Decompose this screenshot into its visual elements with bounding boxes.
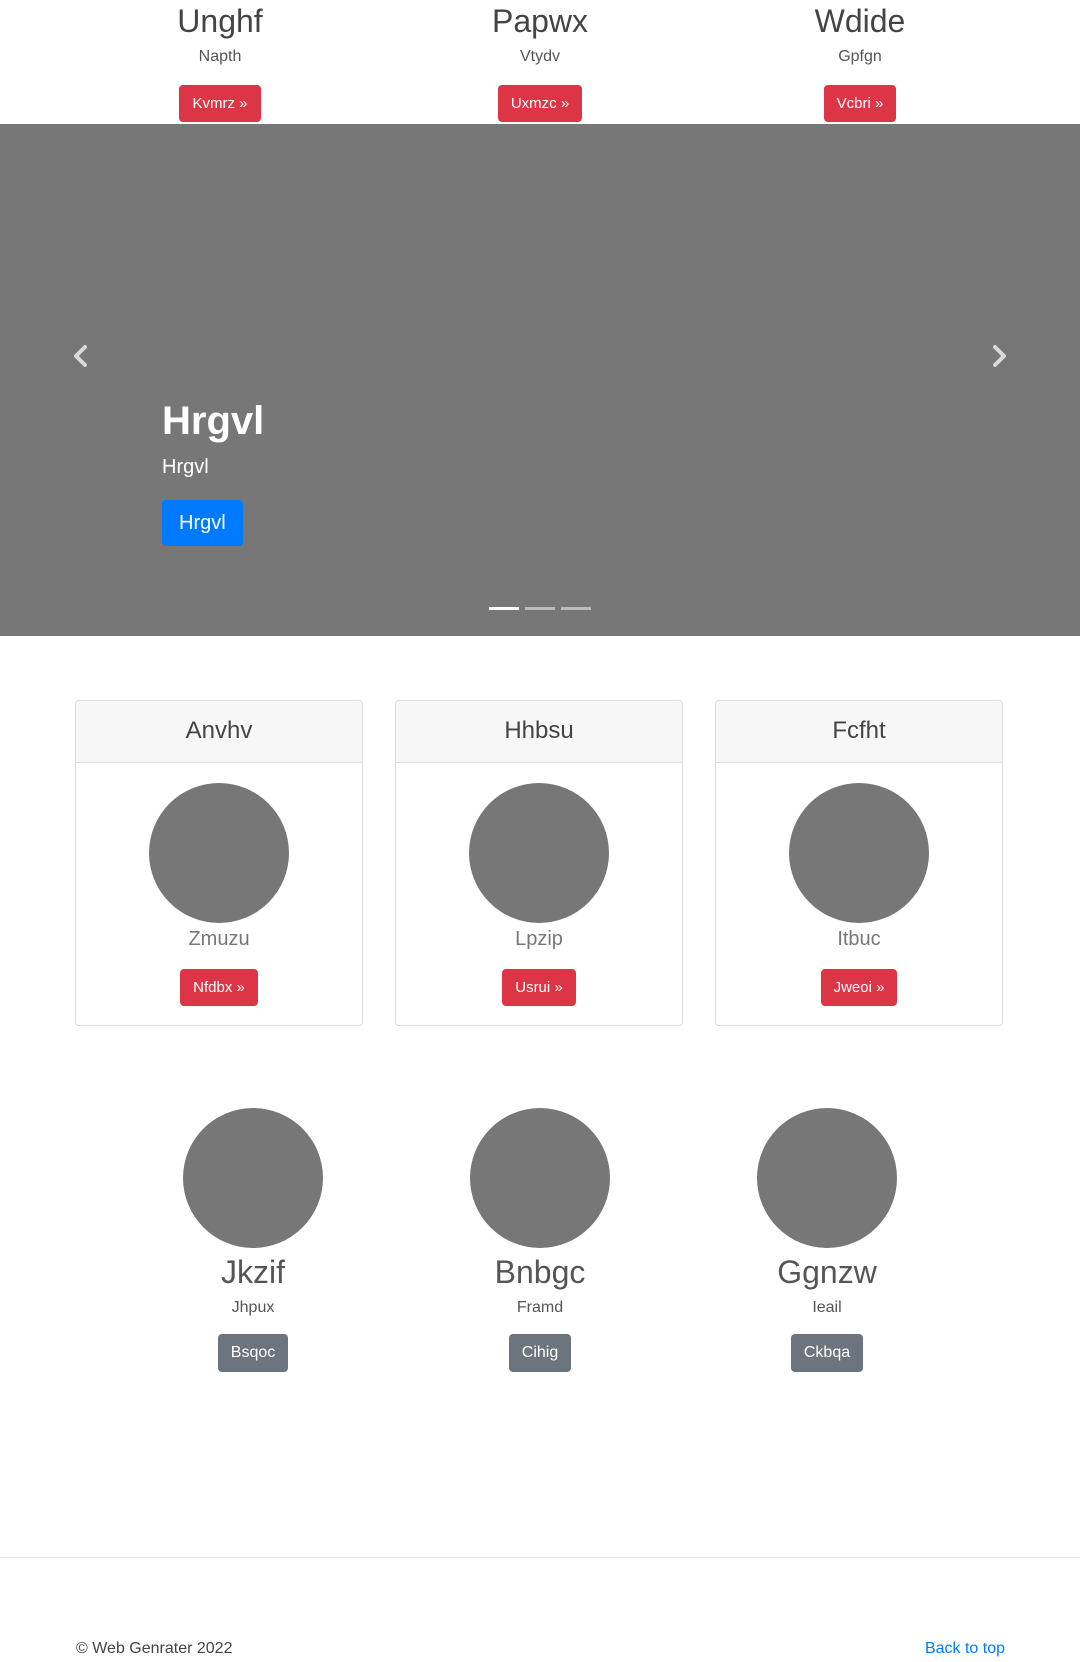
card-1: Anvhv Zmuzu Nfdbx » bbox=[75, 700, 363, 1026]
card-button[interactable]: Nfdbx » bbox=[180, 969, 258, 1006]
column-button[interactable]: Bsqoc bbox=[217, 1334, 289, 1372]
feature-button[interactable]: Uxmzc » bbox=[497, 85, 583, 122]
card-header: Anvhv bbox=[76, 701, 362, 763]
hero-carousel: Hrgvl Hrgvl Hrgvl bbox=[0, 124, 1080, 636]
column-button[interactable]: Cihig bbox=[508, 1334, 572, 1372]
carousel-next-button[interactable] bbox=[979, 336, 1019, 376]
column-image-placeholder bbox=[757, 1108, 897, 1248]
card-image-placeholder bbox=[149, 783, 289, 923]
feature-title: Unghf bbox=[177, 3, 263, 39]
feature-button[interactable]: Vcbri » bbox=[823, 85, 897, 122]
card-2: Hhbsu Lpzip Usrui » bbox=[395, 700, 683, 1026]
column-subtitle: Jhpux bbox=[231, 1299, 275, 1316]
chevron-left-icon bbox=[74, 345, 87, 367]
column-subtitle: Framd bbox=[516, 1299, 564, 1316]
column-button[interactable]: Ckbqa bbox=[790, 1334, 864, 1372]
card-caption: Lpzip bbox=[515, 928, 563, 950]
feature-title: Papwx bbox=[491, 3, 589, 39]
column-title: Bnbgc bbox=[494, 1254, 586, 1290]
card-3: Fcfht Itbuc Jweoi » bbox=[715, 700, 1003, 1026]
feature-subtitle: Vtydv bbox=[519, 48, 560, 65]
column-subtitle: Ieail bbox=[812, 1299, 842, 1316]
card-button[interactable]: Usrui » bbox=[502, 969, 576, 1006]
carousel-indicator-1[interactable] bbox=[489, 607, 519, 610]
footer-divider bbox=[0, 1557, 1080, 1558]
feature-1: Unghf Napth Kvmrz » bbox=[60, 0, 380, 122]
card-caption: Itbuc bbox=[837, 928, 881, 950]
carousel-indicator-3[interactable] bbox=[561, 607, 591, 610]
marketing-column-3: Ggnzw Ieail Ckbqa bbox=[677, 1108, 977, 1372]
feature-subtitle: Gpfgn bbox=[838, 48, 882, 65]
carousel-title: Hrgvl bbox=[162, 399, 265, 443]
feature-subtitle: Napth bbox=[198, 48, 242, 65]
column-title: Jkzif bbox=[221, 1254, 285, 1290]
feature-2: Papwx Vtydv Uxmzc » bbox=[380, 0, 700, 122]
column-image-placeholder bbox=[183, 1108, 323, 1248]
card-header: Fcfht bbox=[716, 701, 1002, 763]
marketing-column-1: Jkzif Jhpux Bsqoc bbox=[103, 1108, 403, 1372]
column-title: Ggnzw bbox=[777, 1254, 877, 1290]
feature-3: Wdide Gpfgn Vcbri » bbox=[700, 0, 1020, 122]
chevron-right-icon bbox=[993, 345, 1006, 367]
carousel-prev-button[interactable] bbox=[61, 336, 101, 376]
carousel-indicator-2[interactable] bbox=[525, 607, 555, 610]
feature-button[interactable]: Kvmrz » bbox=[179, 85, 261, 122]
card-image-placeholder bbox=[469, 783, 609, 923]
back-to-top-link[interactable]: Back to top bbox=[925, 1640, 1005, 1658]
carousel-cta-button[interactable]: Hrgvl bbox=[162, 500, 243, 546]
card-header: Hhbsu bbox=[396, 701, 682, 763]
card-image-placeholder bbox=[789, 783, 929, 923]
carousel-subtitle: Hrgvl bbox=[162, 456, 209, 478]
card-caption: Zmuzu bbox=[188, 928, 250, 950]
marketing-column-2: Bnbgc Framd Cihig bbox=[390, 1108, 690, 1372]
feature-title: Wdide bbox=[814, 3, 906, 39]
column-image-placeholder bbox=[470, 1108, 610, 1248]
footer-copyright: © Web Genrater 2022 bbox=[76, 1640, 233, 1657]
card-button[interactable]: Jweoi » bbox=[820, 969, 898, 1006]
